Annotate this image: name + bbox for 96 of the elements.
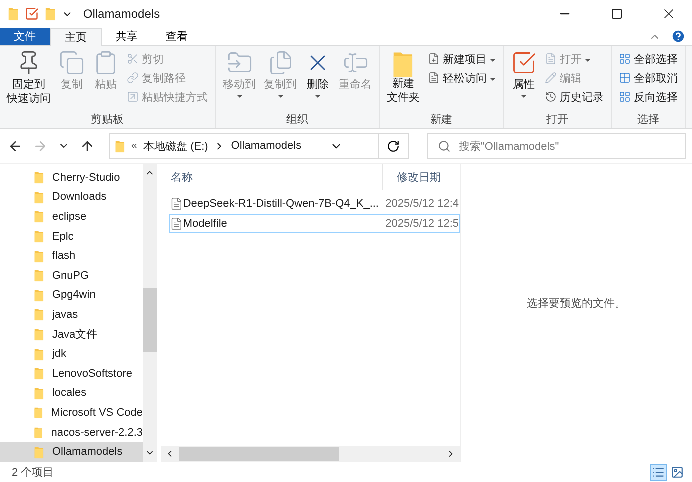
group-label: 新建 bbox=[430, 112, 452, 128]
folder-icon bbox=[392, 50, 415, 78]
document-icon bbox=[545, 53, 557, 65]
file-plus-icon bbox=[428, 53, 440, 65]
sidebar-item[interactable]: nacos-server-2.2.3 bbox=[0, 422, 143, 442]
ribbon-button[interactable]: 轻松访问 bbox=[425, 69, 499, 87]
group-label: 组织 bbox=[286, 113, 308, 128]
copy-icon bbox=[59, 50, 85, 76]
forward-arrow-icon bbox=[33, 138, 48, 154]
ribbon-tab[interactable]: 主页 bbox=[50, 28, 102, 46]
grid-icon bbox=[619, 53, 631, 65]
sidebar-item[interactable]: Microsoft VS Code bbox=[0, 403, 143, 423]
link-icon bbox=[127, 72, 139, 84]
file-date: 2025/5/12 12:5 bbox=[386, 218, 459, 230]
folder-icon bbox=[34, 308, 44, 322]
sidebar-item[interactable]: jdk bbox=[0, 344, 143, 364]
checkbox-icon bbox=[511, 50, 537, 76]
folder-icon bbox=[8, 7, 20, 21]
file-icon bbox=[170, 196, 184, 210]
grid-icon bbox=[619, 91, 631, 103]
folder-icon bbox=[34, 210, 44, 224]
scissors-icon bbox=[127, 53, 139, 65]
view-button[interactable] bbox=[650, 464, 667, 480]
maximize-icon bbox=[611, 8, 623, 20]
sidebar-item[interactable]: javas bbox=[0, 305, 143, 325]
scrollbar[interactable] bbox=[143, 164, 157, 462]
sidebar-item[interactable]: GnuPG bbox=[0, 266, 143, 286]
breadcrumb[interactable]: 本地磁盘 (E:) bbox=[144, 138, 208, 154]
column-header[interactable]: 修改日期 bbox=[383, 164, 441, 190]
help-icon[interactable] bbox=[671, 29, 686, 44]
image-icon bbox=[671, 466, 684, 478]
folder-icon bbox=[34, 406, 44, 420]
refresh-icon bbox=[386, 140, 400, 152]
grid-icon bbox=[619, 72, 631, 84]
pencil-icon bbox=[545, 72, 557, 84]
folder-icon bbox=[34, 269, 44, 282]
folder-icon bbox=[45, 7, 56, 21]
folder-icon bbox=[34, 171, 44, 184]
sidebar-item[interactable]: Eplc bbox=[0, 226, 143, 246]
breadcrumb[interactable]: Ollamamodels bbox=[231, 140, 302, 152]
window-title: Ollamamodels bbox=[83, 7, 162, 21]
ribbon-button[interactable]: 新建项目 bbox=[425, 50, 499, 68]
file-icon bbox=[170, 216, 184, 230]
address-bar[interactable]: « 本地磁盘 (E:) Ollamamodels bbox=[109, 133, 409, 159]
history-icon bbox=[545, 91, 557, 103]
sidebar-item[interactable]: Cherry-Studio bbox=[0, 168, 143, 188]
preview-message: 选择要预览的文件。 bbox=[527, 296, 626, 310]
folder-icon bbox=[34, 426, 44, 440]
folder-icon bbox=[115, 140, 126, 152]
copy-icon bbox=[268, 50, 294, 76]
folder-icon bbox=[34, 386, 44, 400]
scrollbar-thumb[interactable] bbox=[143, 288, 157, 352]
sidebar-item[interactable]: Ollamamodels bbox=[0, 442, 143, 462]
sidebar-item[interactable]: Gpg4win bbox=[0, 286, 143, 306]
overflow-chevron[interactable]: « bbox=[131, 140, 138, 152]
folder-icon bbox=[34, 446, 44, 459]
ribbon-button[interactable]: 属性 bbox=[508, 48, 540, 112]
sidebar-item[interactable]: locales bbox=[0, 384, 143, 404]
ribbon-button[interactable]: 全部选择 bbox=[616, 50, 681, 68]
column-header[interactable]: 名称 bbox=[157, 164, 383, 190]
folder-icon bbox=[34, 190, 44, 204]
folder-icon bbox=[34, 328, 44, 342]
ribbon-tab[interactable]: 文件 bbox=[0, 28, 50, 45]
ribbon-button[interactable]: 新建 文件夹 bbox=[384, 48, 423, 112]
file-name: DeepSeek-R1-Distill-Qwen-7B-Q4_K_... bbox=[183, 198, 380, 210]
scrollbar-thumb[interactable] bbox=[179, 447, 339, 461]
group-label: 选择 bbox=[638, 113, 660, 128]
item-count: 2 个项目 bbox=[12, 466, 54, 480]
file-name: Modelfile bbox=[183, 218, 228, 230]
ribbon-button[interactable]: 全部取消 bbox=[616, 69, 681, 87]
file-row[interactable]: DeepSeek-R1-Distill-Qwen-7B-Q4_K_... 2025/5/12 12:4 bbox=[169, 194, 460, 213]
sidebar-item[interactable]: LenovoSoftstore bbox=[0, 364, 143, 384]
sidebar-item[interactable]: Java文件 bbox=[0, 324, 143, 344]
group-label: 打开 bbox=[546, 113, 568, 128]
sidebar-item[interactable]: Downloads bbox=[0, 188, 143, 208]
folder-icon bbox=[34, 367, 44, 380]
file-row[interactable]: Modelfile 2025/5/12 12:5 bbox=[169, 214, 460, 233]
scrollbar[interactable] bbox=[161, 446, 460, 462]
shortcut-icon bbox=[127, 91, 139, 103]
file-date: 2025/5/12 12:4 bbox=[386, 198, 459, 210]
folder-icon bbox=[34, 230, 44, 244]
group-label: 剪贴板 bbox=[91, 112, 124, 128]
search-field[interactable]: 搜索"Ollamamodels" bbox=[427, 133, 686, 159]
document-icon bbox=[428, 72, 440, 84]
sidebar-item[interactable]: flash bbox=[0, 246, 143, 266]
ribbon-button[interactable]: 删除 bbox=[302, 48, 334, 112]
search-icon bbox=[438, 140, 451, 152]
ribbon-button[interactable]: 历史记录 bbox=[542, 88, 607, 106]
ribbon-button[interactable]: 固定到 快速访问 bbox=[4, 48, 54, 112]
ribbon-button[interactable]: 反向选择 bbox=[616, 88, 681, 106]
folder-icon bbox=[34, 348, 44, 361]
sidebar-item[interactable]: eclipse bbox=[0, 207, 143, 227]
folder-icon bbox=[34, 288, 44, 302]
folder-icon bbox=[34, 250, 44, 263]
properties-icon[interactable] bbox=[25, 7, 40, 21]
details-view-icon bbox=[652, 466, 665, 478]
